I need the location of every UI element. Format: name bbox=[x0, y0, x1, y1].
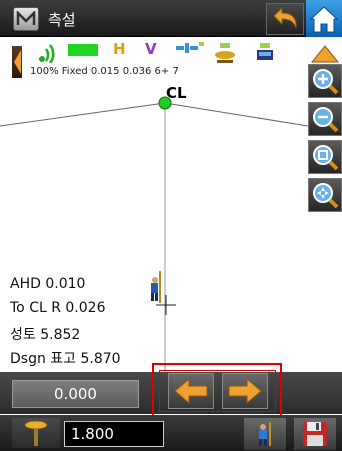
zoom-out-icon bbox=[313, 107, 339, 133]
zoom-extent-button[interactable] bbox=[308, 140, 342, 174]
signal-strength-icon bbox=[39, 44, 55, 63]
person-icon bbox=[259, 422, 271, 446]
undo-arrow-icon bbox=[273, 6, 297, 29]
previous-station-button[interactable] bbox=[168, 373, 214, 409]
status-readout: 100% Fixed 0.015 0.036 6+ 7 bbox=[30, 66, 179, 77]
menu-m-icon bbox=[16, 11, 36, 25]
rover-pole-icon bbox=[24, 420, 48, 446]
cut-fill-value: 성토 5.852 bbox=[10, 327, 81, 343]
floppy-disk-icon bbox=[303, 422, 327, 446]
design-height-value: Dsgn 표고 5.870 bbox=[10, 351, 121, 367]
battery-icon bbox=[68, 44, 98, 56]
menu-button[interactable] bbox=[13, 7, 39, 31]
horizontal-precision-icon: H bbox=[113, 40, 126, 58]
offset-field[interactable]: 0.000 bbox=[12, 380, 139, 408]
satellite-icon bbox=[176, 42, 204, 53]
to-cl-value: To CL R 0.026 bbox=[10, 300, 106, 316]
vertical-precision-icon: V bbox=[145, 40, 157, 58]
page-title: 측설 bbox=[48, 11, 76, 29]
battery-percent: 100% bbox=[30, 66, 59, 77]
save-button[interactable] bbox=[294, 418, 336, 450]
satellite-count: 6+ 7 bbox=[154, 66, 179, 77]
zoom-in-icon bbox=[313, 69, 339, 95]
arrow-left-icon bbox=[174, 377, 208, 405]
antenna-height-field[interactable]: 1.800 bbox=[64, 421, 164, 447]
antenna-settings-button[interactable] bbox=[12, 418, 60, 448]
next-station-button[interactable] bbox=[222, 373, 268, 409]
arrow-right-icon bbox=[228, 377, 262, 405]
ahd-value: AHD 0.010 bbox=[10, 276, 86, 292]
base-station-icon bbox=[215, 43, 235, 63]
surveyor-view-button[interactable] bbox=[244, 418, 286, 450]
chevron-left-icon bbox=[14, 50, 21, 74]
alignment-line-left bbox=[0, 102, 166, 127]
fix-status: Fixed bbox=[61, 66, 88, 77]
zoom-pan-button[interactable] bbox=[308, 178, 342, 212]
home-icon bbox=[309, 5, 339, 32]
pan-icon bbox=[313, 183, 339, 209]
surveyor-icon bbox=[151, 271, 161, 303]
status-collapse-button[interactable] bbox=[12, 46, 22, 78]
zoom-extent-icon bbox=[313, 145, 339, 171]
v-precision: 0.036 bbox=[122, 66, 152, 77]
h-precision: 0.015 bbox=[90, 66, 120, 77]
home-button[interactable] bbox=[306, 0, 342, 37]
radio-icon bbox=[257, 43, 273, 60]
alignment-line-right bbox=[164, 102, 308, 127]
back-button[interactable] bbox=[266, 3, 304, 35]
triangle-up-icon bbox=[310, 45, 340, 63]
zoom-out-button[interactable] bbox=[308, 102, 342, 136]
cl-point-label: CL bbox=[166, 84, 187, 102]
toolbar-scroll-up-button[interactable] bbox=[310, 44, 340, 64]
zoom-in-button[interactable] bbox=[308, 64, 342, 98]
